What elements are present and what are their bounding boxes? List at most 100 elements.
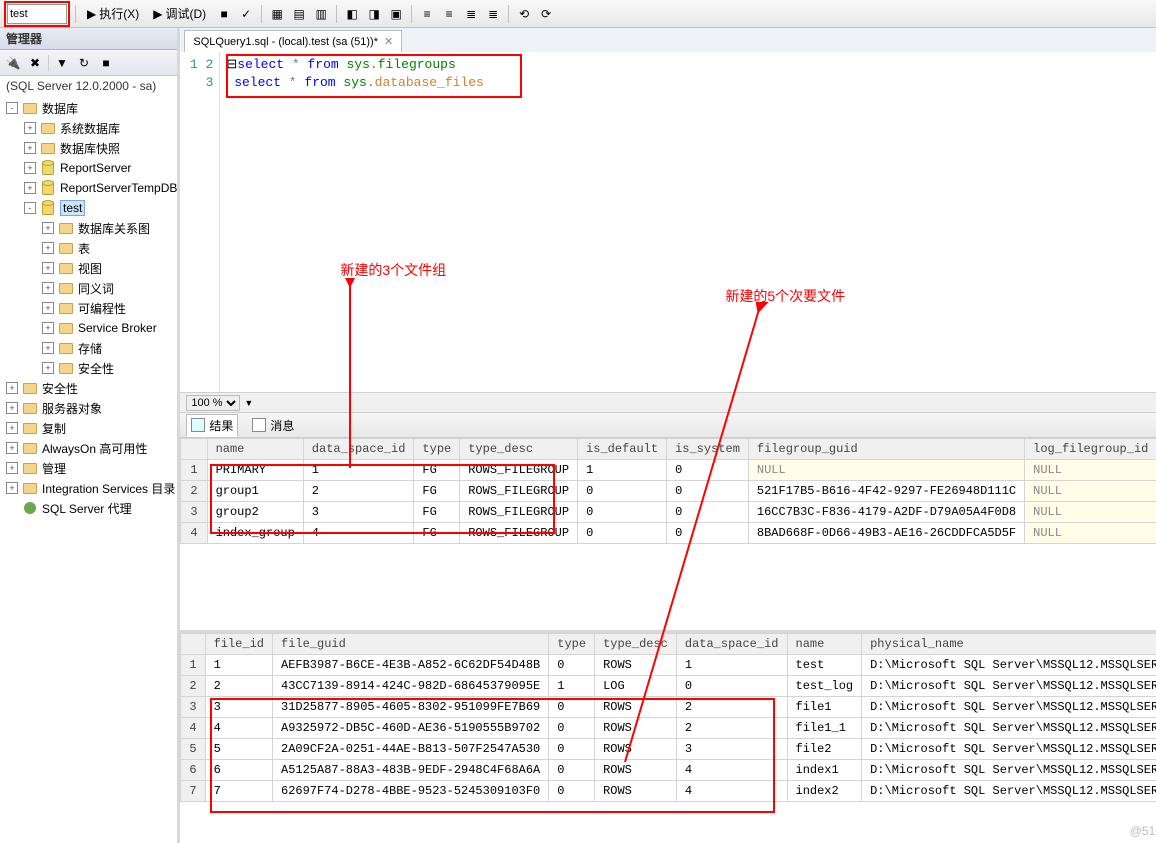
tree-item[interactable]: +存储	[0, 338, 177, 358]
expand-toggle[interactable]: +	[24, 122, 36, 134]
tool-icon[interactable]: ▤	[289, 4, 309, 24]
expand-toggle[interactable]: +	[42, 222, 54, 234]
table-row[interactable]: 4index_group4FGROWS_FILEGROUP008BAD668F-…	[181, 523, 1156, 544]
tree-item[interactable]: -test	[0, 198, 177, 218]
results-grid-1[interactable]: namedata_space_idtypetype_descis_default…	[180, 438, 1156, 633]
table-row[interactable]: 66A5125A87-88A3-483B-9EDF-2948C4F68A6A0R…	[181, 760, 1156, 781]
column-header[interactable]: file_guid	[273, 634, 549, 655]
column-header[interactable]: name	[787, 634, 862, 655]
sql-editor[interactable]: 1 2 3 ⊟select * from sys.filegroups sele…	[180, 52, 1156, 392]
expand-toggle[interactable]: +	[6, 382, 18, 394]
uncomment-icon[interactable]: ≣	[483, 4, 503, 24]
expand-toggle[interactable]: +	[42, 302, 54, 314]
column-header[interactable]: data_space_id	[303, 439, 414, 460]
column-header[interactable]: type	[549, 634, 595, 655]
column-header[interactable]	[181, 439, 207, 460]
expand-toggle[interactable]: +	[24, 182, 36, 194]
expand-toggle[interactable]: +	[42, 282, 54, 294]
tree-item[interactable]: +安全性	[0, 358, 177, 378]
tree-item[interactable]: +ReportServerTempDB	[0, 178, 177, 198]
expand-toggle[interactable]: +	[24, 162, 36, 174]
tree-item[interactable]: +Service Broker	[0, 318, 177, 338]
table-row[interactable]: 7762697F74-D278-4BBE-9523-5245309103F00R…	[181, 781, 1156, 802]
column-header[interactable]: file_id	[205, 634, 272, 655]
database-selector[interactable]	[7, 4, 67, 24]
execute-button[interactable]: ▶ 执行(X)	[81, 3, 145, 25]
tree-item[interactable]: +数据库快照	[0, 138, 177, 158]
expand-toggle[interactable]: +	[6, 482, 18, 494]
stop-icon[interactable]: ■	[214, 4, 234, 24]
indent-icon[interactable]: ≡	[417, 4, 437, 24]
filter-icon[interactable]: ▼	[53, 54, 71, 72]
stop-refresh-icon[interactable]: ■	[97, 54, 115, 72]
table-row[interactable]: 552A09CF2A-0251-44AE-B813-507F2547A5300R…	[181, 739, 1156, 760]
zoom-select[interactable]: 100 %	[186, 395, 240, 411]
column-header[interactable]: is_system	[667, 439, 749, 460]
debug-button[interactable]: ▶ 调试(D)	[147, 3, 212, 25]
table-row[interactable]: 3331D25877-8905-4605-8302-951099FE7B690R…	[181, 697, 1156, 718]
tool-icon[interactable]: ⟳	[536, 4, 556, 24]
tree-item[interactable]: +服务器对象	[0, 398, 177, 418]
column-header[interactable]: name	[207, 439, 303, 460]
expand-toggle[interactable]: +	[24, 142, 36, 154]
tree-item[interactable]: +可编程性	[0, 298, 177, 318]
table-row[interactable]: 1PRIMARY1FGROWS_FILEGROUP10NULLNULL0	[181, 460, 1156, 481]
tree-item[interactable]: +数据库关系图	[0, 218, 177, 238]
expand-toggle[interactable]: +	[42, 322, 54, 334]
tree-item[interactable]: +安全性	[0, 378, 177, 398]
expand-toggle[interactable]: +	[42, 242, 54, 254]
tool-icon[interactable]: ⟲	[514, 4, 534, 24]
table-row[interactable]: 11AEFB3987-B6CE-4E3B-A852-6C62DF54D48B0R…	[181, 655, 1156, 676]
tool-icon[interactable]: ◧	[342, 4, 362, 24]
code-content[interactable]: ⊟select * from sys.filegroups select * f…	[220, 52, 1156, 392]
tree[interactable]: -数据库+系统数据库+数据库快照+ReportServer+ReportServ…	[0, 96, 177, 843]
table-row[interactable]: 2243CC7139-8914-424C-982D-68645379095E1L…	[181, 676, 1156, 697]
table-row[interactable]: 3group23FGROWS_FILEGROUP0016CC7B3C-F836-…	[181, 502, 1156, 523]
tree-item[interactable]: +复制	[0, 418, 177, 438]
column-header[interactable]: is_default	[578, 439, 667, 460]
tree-item[interactable]: +AlwaysOn 高可用性	[0, 438, 177, 458]
column-header[interactable]	[181, 634, 205, 655]
column-header[interactable]: log_filegroup_id	[1025, 439, 1156, 460]
column-header[interactable]: type_desc	[595, 634, 677, 655]
check-icon[interactable]: ✓	[236, 4, 256, 24]
column-header[interactable]: type_desc	[460, 439, 578, 460]
tool-icon[interactable]: ◨	[364, 4, 384, 24]
column-header[interactable]: type	[414, 439, 460, 460]
expand-toggle[interactable]: +	[42, 362, 54, 374]
close-icon[interactable]: ✕	[384, 35, 393, 48]
table-row[interactable]: 44A9325972-DB5C-460D-AE36-5190555B97020R…	[181, 718, 1156, 739]
expand-toggle[interactable]: +	[6, 422, 18, 434]
tree-item[interactable]: SQL Server 代理	[0, 498, 177, 518]
tree-item[interactable]: +系统数据库	[0, 118, 177, 138]
tree-item[interactable]: +表	[0, 238, 177, 258]
tree-item[interactable]: +同义词	[0, 278, 177, 298]
tree-item[interactable]: +ReportServer	[0, 158, 177, 178]
disconnect-icon[interactable]: ✖	[26, 54, 44, 72]
expand-toggle[interactable]: +	[6, 402, 18, 414]
tree-item[interactable]: +Integration Services 目录	[0, 478, 177, 498]
expand-toggle[interactable]: +	[6, 442, 18, 454]
tree-item[interactable]: -数据库	[0, 98, 177, 118]
comment-icon[interactable]: ≣	[461, 4, 481, 24]
tree-item[interactable]: +管理	[0, 458, 177, 478]
tool-icon[interactable]: ▥	[311, 4, 331, 24]
tool-icon[interactable]: ▣	[386, 4, 406, 24]
table-row[interactable]: 2group12FGROWS_FILEGROUP00521F17B5-B616-…	[181, 481, 1156, 502]
tab-messages[interactable]: 消息	[248, 415, 298, 436]
expand-toggle[interactable]: +	[42, 342, 54, 354]
tool-icon[interactable]: ▦	[267, 4, 287, 24]
expand-toggle[interactable]: -	[6, 102, 18, 114]
expand-toggle[interactable]: -	[24, 202, 36, 214]
column-header[interactable]: data_space_id	[676, 634, 787, 655]
results-grid-2[interactable]: file_idfile_guidtypetype_descdata_space_…	[180, 633, 1156, 843]
column-header[interactable]: filegroup_guid	[748, 439, 1024, 460]
tree-item[interactable]: +视图	[0, 258, 177, 278]
expand-toggle[interactable]: +	[42, 262, 54, 274]
tab-results[interactable]: 结果	[186, 414, 238, 437]
expand-toggle[interactable]: +	[6, 462, 18, 474]
column-header[interactable]: physical_name	[862, 634, 1156, 655]
tab-sqlquery[interactable]: SQLQuery1.sql - (local).test (sa (51))* …	[184, 30, 402, 52]
connect-icon[interactable]: 🔌	[4, 54, 22, 72]
outdent-icon[interactable]: ≡	[439, 4, 459, 24]
